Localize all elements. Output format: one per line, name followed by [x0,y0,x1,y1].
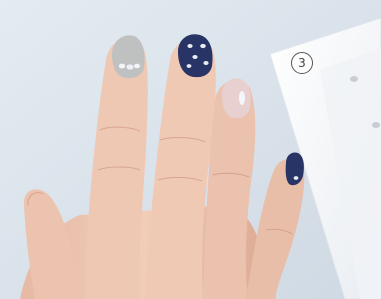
stud [187,44,193,48]
hand-photo [0,0,381,299]
stud [293,176,299,180]
stud [186,64,192,68]
stud [203,61,209,65]
stud [118,63,126,69]
stud [192,55,198,59]
nail-pink [222,78,251,119]
card-stud [350,76,358,82]
stud [239,91,245,105]
step-number-badge: 3 [291,52,313,74]
stud [200,43,206,49]
nail-gray [112,35,145,79]
stud [126,64,134,70]
card-stud [372,122,380,128]
stud [134,63,140,69]
